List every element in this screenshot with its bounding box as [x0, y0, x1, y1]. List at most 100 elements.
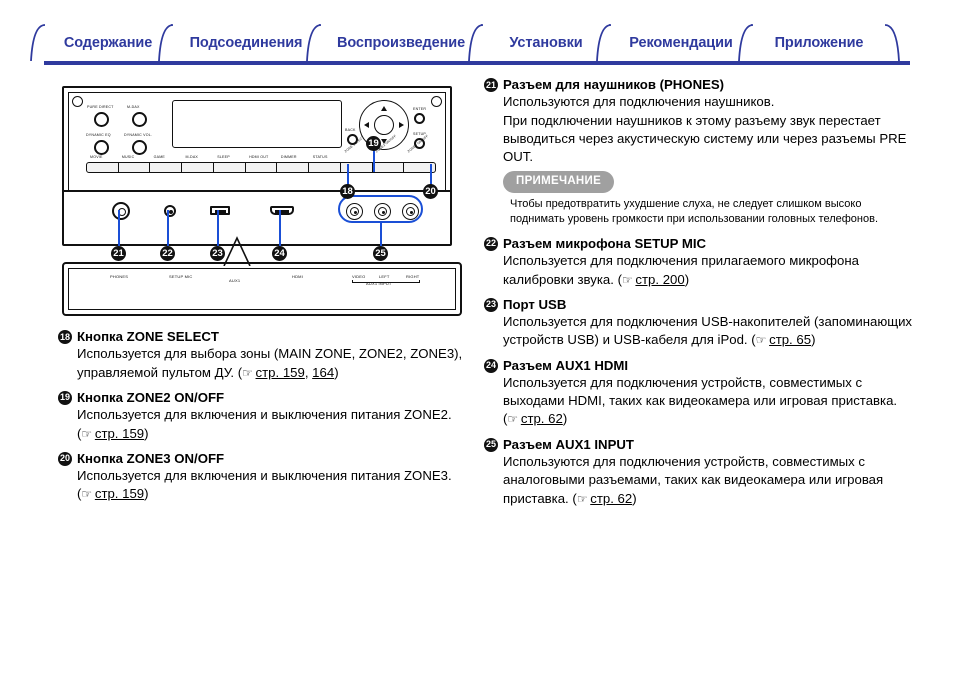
strip-button — [373, 163, 405, 172]
device-display-window — [172, 100, 342, 148]
strip-button — [246, 163, 278, 172]
page-reference[interactable]: (☞ стр. 159) — [77, 426, 149, 441]
strip-label-4: SLEEP — [217, 155, 230, 159]
button-enter — [414, 113, 425, 124]
left-text-column: 18 Кнопка ZONE SELECT Используется для выб… — [58, 328, 468, 511]
entry-body: Используются для подключения устройств, … — [503, 453, 914, 508]
nav-tab-label: Установки — [509, 35, 583, 51]
top-navigation: Содержание Подсоединения Воспроизведение Ус… — [30, 24, 910, 66]
phones-jack-icon — [112, 202, 130, 220]
nav-tab-4[interactable]: Рекомендации — [596, 24, 766, 62]
strip-button — [182, 163, 214, 172]
cursor-right-icon — [399, 122, 404, 128]
strip-button — [119, 163, 151, 172]
knob-dynamic-vol — [132, 140, 147, 155]
entry-body: Используется для подключения прилагаемог… — [503, 252, 914, 288]
entry-body: Используется для выбора зоны (MAIN ZONE,… — [77, 345, 468, 381]
spec-entry-22: 22 Разъем микрофона SETUP MIC Используется… — [484, 235, 914, 289]
tab-right-edge — [884, 24, 900, 62]
entry-line: При подключении наушников к этому разъем… — [503, 112, 881, 128]
usb-port-icon — [210, 206, 230, 215]
entry-number-badge: 24 — [484, 358, 498, 373]
page-reference[interactable]: (☞ стр. 62) — [503, 411, 567, 426]
nav-underline — [44, 61, 910, 65]
strip-button — [341, 163, 373, 172]
callout-20: 20 — [423, 184, 438, 199]
knob-m-dax — [132, 112, 147, 127]
entry-line: Используется для подключения USB-накопит… — [503, 314, 913, 330]
strip-label-6: DIMMER — [280, 155, 297, 159]
legend-aux1-usb: AUX1 — [229, 278, 241, 283]
label-m-dax: M-DAX — [127, 105, 140, 109]
strip-button — [309, 163, 341, 172]
entry-body: Используется для включения и выключения … — [77, 467, 468, 503]
entry-line: Используются для подключения устройств, … — [503, 454, 865, 470]
page-reference[interactable]: (☞ стр. 159, 164) — [238, 365, 339, 380]
entry-number-badge: 18 — [58, 330, 72, 344]
leader-line-25 — [380, 223, 382, 246]
entry-title: Кнопка ZONE3 ON/OFF — [77, 450, 225, 466]
strip-label-7: STATUS — [312, 155, 328, 159]
tab-row: Содержание Подсоединения Воспроизведение Ус… — [30, 24, 910, 62]
spec-entry-19: 19 Кнопка ZONE2 ON/OFF Используется для вк… — [58, 389, 468, 443]
entry-line: OUT. — [503, 149, 534, 165]
note-line: поднимать уровень громкости при использо… — [510, 213, 878, 226]
label-back: BACK — [345, 128, 356, 132]
spec-entry-23: 23 Порт USB Используется для подключения U… — [484, 296, 914, 350]
note-text: Чтобы предотвратить ухудшение слуха, не … — [510, 197, 914, 228]
legend-video: VIDEO — [352, 274, 366, 279]
nav-tab-2[interactable]: Воспроизведение — [306, 24, 496, 62]
label-dynamic-eq: DYNAMIC EQ — [86, 133, 111, 137]
entry-line: Используется для включения и выключения … — [77, 407, 452, 441]
legend-left: LEFT — [379, 274, 390, 279]
nav-tab-label: Приложение — [774, 35, 864, 51]
legend-setup-mic: SETUP MIC — [169, 274, 193, 279]
entry-title: Кнопка ZONE2 ON/OFF — [77, 389, 225, 405]
entry-heading: 23 Порт USB — [484, 296, 914, 313]
strip-button — [277, 163, 310, 172]
nav-tab-0[interactable]: Содержание — [30, 24, 186, 62]
page-reference[interactable]: (☞ стр. 62) — [572, 491, 636, 506]
highlight-aux1-input — [338, 195, 423, 223]
nav-tab-3[interactable]: Установки — [468, 24, 624, 62]
entry-body: Используется для подключения USB-накопит… — [503, 313, 914, 349]
device-connector-legend: PHONES SETUP MIC AUX1 HDMI VIDEO LEFT RI… — [62, 262, 462, 316]
hdmi-port-icon — [270, 206, 294, 215]
page-reference[interactable]: (☞ стр. 200) — [618, 272, 690, 287]
legend-bracket — [352, 280, 420, 283]
knob-dynamic-eq — [94, 140, 109, 155]
legend-hdmi: HDMI — [292, 274, 304, 279]
entry-title: Разъем AUX1 HDMI — [503, 357, 629, 373]
page-reference[interactable]: (☞ стр. 65) — [751, 332, 815, 347]
tab-left-edge — [306, 24, 322, 62]
tab-left-edge — [738, 24, 754, 62]
label-pure-direct: PURE DIRECT — [87, 105, 114, 109]
page-reference[interactable]: (☞ стр. 159) — [77, 486, 149, 501]
label-dynamic-vol: DYNAMIC VOL. — [124, 133, 153, 137]
entry-number-badge: 19 — [58, 390, 72, 405]
nav-tab-5[interactable]: Приложение — [738, 24, 900, 62]
spec-entry-21: 21 Разъем для наушников (PHONES) Использую… — [484, 76, 914, 228]
knob-pure-direct — [94, 112, 109, 127]
entry-line: Используется для подключения прилагаемог… — [503, 253, 859, 269]
entry-number-badge: 25 — [484, 437, 498, 452]
nav-tab-label: Воспроизведение — [336, 35, 466, 51]
nav-tab-1[interactable]: Подсоединения — [158, 24, 334, 62]
function-button-strip — [86, 162, 436, 173]
strip-label-2: GAME — [153, 155, 166, 159]
entry-number-badge: 22 — [484, 236, 498, 251]
strip-label-3: M-DAX — [185, 155, 199, 159]
leader-line-18 — [347, 164, 349, 186]
callout-25: 25 — [373, 246, 388, 261]
note-line: Чтобы предотвратить ухудшение слуха, не … — [510, 197, 862, 210]
entry-title: Разъем микрофона SETUP MIC — [503, 235, 707, 251]
callout-18: 18 — [340, 184, 355, 199]
entry-line: выходами HDMI, таких как видеокамера или… — [503, 393, 898, 427]
leader-line-22 — [167, 210, 169, 246]
spec-entry-18: 18 Кнопка ZONE SELECT Используется для выб… — [58, 328, 468, 382]
entry-heading: 24 Разъем AUX1 HDMI — [484, 357, 914, 374]
entry-line: аналоговыми разъемами, таких как видеока… — [503, 472, 884, 488]
callout-21: 21 — [111, 246, 126, 261]
entry-body: Используются для подключения наушников. П… — [503, 93, 914, 227]
screw-hole-right-icon — [431, 96, 442, 107]
